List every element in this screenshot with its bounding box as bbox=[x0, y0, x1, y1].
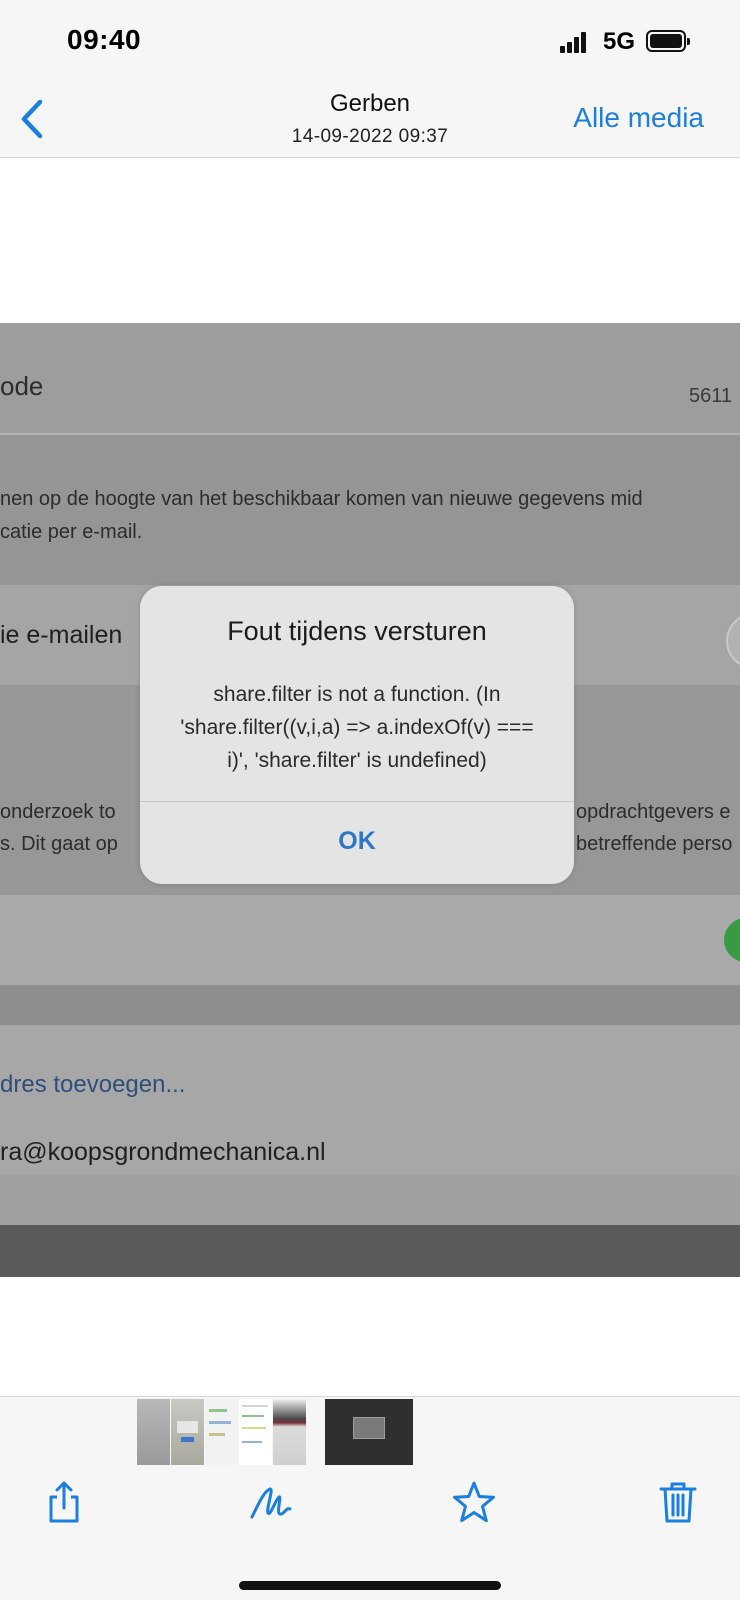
photo-notify-line-1: nen op de hoogte van het beschikbaar kom… bbox=[0, 488, 643, 510]
thumbnail-3[interactable] bbox=[205, 1399, 238, 1465]
share-button[interactable] bbox=[38, 1477, 90, 1529]
photo-header-text: ode bbox=[0, 371, 44, 401]
thumbnail-6-current[interactable] bbox=[325, 1399, 413, 1465]
bottom-toolbar bbox=[0, 1396, 740, 1600]
network-type: 5G bbox=[603, 28, 636, 55]
photo-gap-band bbox=[0, 985, 740, 1025]
thumbnail-2[interactable] bbox=[171, 1399, 204, 1465]
photo-bottom-band bbox=[0, 1175, 740, 1225]
photo-research-line-2-left: s. Dit gaat op bbox=[0, 833, 118, 855]
photo-bezel bbox=[0, 1225, 740, 1277]
all-media-button[interactable]: Alle media bbox=[573, 102, 704, 134]
alert-ok-button[interactable]: OK bbox=[140, 814, 574, 868]
photo-email-label: ie e-mailen bbox=[0, 621, 123, 649]
photo-viewer[interactable]: ode 5611 nen op de hoogte van het beschi… bbox=[0, 323, 740, 1277]
photo-notify-line-2: catie per e-mail. bbox=[0, 521, 143, 543]
error-alert-dialog: Fout tijdens versturen share.filter is n… bbox=[140, 586, 574, 884]
status-bar: 09:40 5G bbox=[0, 0, 740, 80]
favorite-button[interactable] bbox=[448, 1477, 500, 1529]
photo-header-number: 5611 bbox=[689, 385, 733, 407]
battery-icon bbox=[646, 30, 690, 52]
photo-header-band bbox=[0, 323, 740, 433]
photo-toggle-band bbox=[0, 895, 740, 985]
favorite-icon bbox=[453, 1481, 495, 1523]
navigation-bar: Gerben 14-09-2022 09:37 Alle media bbox=[0, 80, 740, 158]
photo-research-line-1-left: onderzoek to bbox=[0, 801, 116, 823]
photo-research-line-1-right: opdrachtgevers e bbox=[576, 801, 731, 823]
thumbnail-1[interactable] bbox=[137, 1399, 170, 1465]
cellular-signal-icon bbox=[560, 31, 588, 53]
alert-title: Fout tijdens versturen bbox=[227, 616, 487, 646]
thumbnail-4[interactable] bbox=[239, 1399, 272, 1465]
photo-research-line-2-right: betreffende perso bbox=[576, 833, 733, 855]
alert-message: share.filter is not a function. (In 'sha… bbox=[180, 683, 534, 772]
share-icon bbox=[49, 1481, 79, 1523]
alert-divider bbox=[140, 801, 574, 802]
markup-icon bbox=[250, 1487, 292, 1519]
status-time: 09:40 bbox=[67, 24, 142, 55]
markup-button[interactable] bbox=[246, 1477, 298, 1529]
delete-icon bbox=[659, 1482, 697, 1523]
delete-button[interactable] bbox=[652, 1477, 704, 1529]
photo-add-address: dres toevoegen... bbox=[0, 1071, 186, 1098]
home-indicator[interactable] bbox=[239, 1581, 501, 1590]
photo-email-address: ra@koopsgrondmechanica.nl bbox=[0, 1138, 326, 1166]
thumbnail-5[interactable] bbox=[273, 1399, 306, 1465]
